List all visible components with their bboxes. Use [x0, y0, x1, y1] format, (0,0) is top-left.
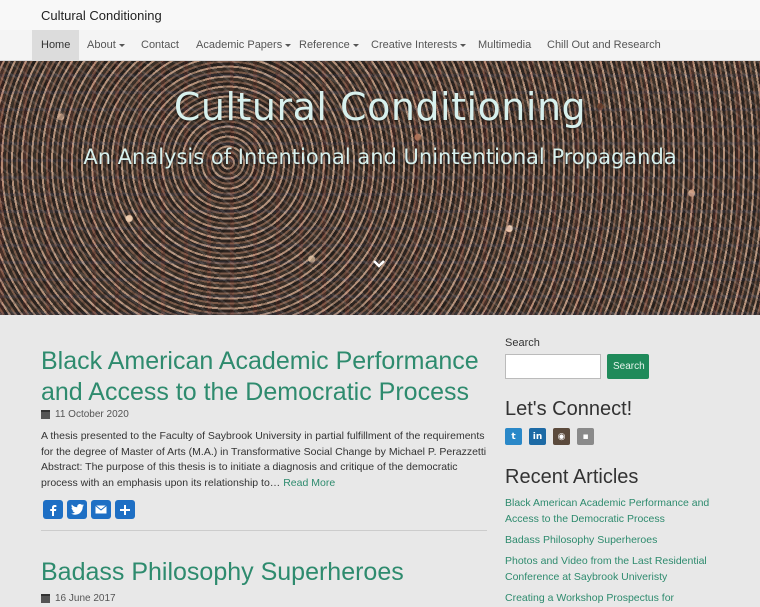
recent-article-link[interactable]: Badass Philosophy Superheroes	[505, 533, 720, 549]
read-more-link[interactable]: Read More	[283, 477, 335, 489]
nav-item-reference[interactable]: Reference	[299, 30, 359, 60]
nav-item-label: Chill Out and Research	[547, 39, 661, 51]
blog-icon[interactable]: ▪	[577, 428, 594, 445]
nav-item-label: Multimedia	[478, 39, 532, 51]
hero-subtitle: An Analysis of Intentional and Unintenti…	[83, 145, 677, 169]
nav-item-label: Creative Interests	[371, 39, 458, 51]
share-more-button[interactable]	[115, 500, 135, 519]
nav-item-contact[interactable]: Contact	[141, 30, 179, 60]
site-header: Cultural Conditioning	[0, 0, 760, 30]
share-icon	[120, 504, 130, 515]
search-input[interactable]	[505, 354, 601, 379]
twitter-icon[interactable]: t	[505, 428, 522, 445]
share-buttons	[43, 500, 135, 519]
recent-article-link[interactable]: Creating a Workshop Prospectus for	[505, 591, 720, 607]
share-twitter-button[interactable]	[67, 500, 87, 519]
connect-heading: Let's Connect!	[505, 398, 633, 420]
twitter-icon	[70, 504, 84, 515]
calendar-icon	[41, 594, 50, 603]
calendar-icon	[41, 410, 50, 419]
caret-down-icon	[352, 43, 359, 47]
nav-item-academic-papers[interactable]: Academic Papers	[196, 30, 292, 60]
post-date-text: 11 October 2020	[55, 409, 129, 420]
share-email-button[interactable]	[91, 500, 111, 519]
caret-down-icon	[285, 43, 292, 47]
nav-item-label: Reference	[299, 39, 350, 51]
recent-article-link[interactable]: Black American Academic Performance and …	[505, 496, 720, 527]
social-links: t in ◉ ▪	[505, 428, 594, 445]
main-nav: Home About Contact Academic Papers Refer…	[0, 30, 760, 61]
post-date: 16 June 2017	[41, 593, 116, 604]
nav-item-chill-out[interactable]: Chill Out and Research	[547, 30, 661, 60]
nav-item-label: Home	[41, 39, 71, 51]
hero-title: Cultural Conditioning	[173, 85, 587, 129]
email-icon	[95, 505, 107, 514]
caret-down-icon	[460, 43, 467, 47]
search-label: Search	[505, 337, 540, 349]
site-brand[interactable]: Cultural Conditioning	[41, 8, 162, 23]
post-excerpt-text: A thesis presented to the Faculty of Say…	[41, 430, 487, 489]
recent-article-link[interactable]: Photos and Video from the Last Residenti…	[505, 554, 720, 585]
caret-down-icon	[118, 43, 125, 47]
post-title[interactable]: Black American Academic Performance and …	[41, 346, 491, 408]
nav-item-about[interactable]: About	[87, 30, 125, 60]
facebook-icon	[50, 504, 57, 516]
post-date: 11 October 2020	[41, 409, 129, 420]
nav-item-creative-interests[interactable]: Creative Interests	[371, 30, 467, 60]
nav-item-multimedia[interactable]: Multimedia	[478, 30, 531, 60]
linkedin-icon[interactable]: in	[529, 428, 546, 445]
nav-item-label: About	[87, 39, 116, 51]
post-divider	[41, 530, 487, 531]
nav-item-home[interactable]: Home	[32, 30, 80, 60]
search-button[interactable]: Search	[607, 354, 649, 379]
post-date-text: 16 June 2017	[55, 593, 116, 604]
instagram-icon[interactable]: ◉	[553, 428, 570, 445]
nav-item-label: Contact	[141, 39, 179, 51]
share-facebook-button[interactable]	[43, 500, 63, 519]
recent-articles-heading: Recent Articles	[505, 466, 639, 488]
post-title[interactable]: Badass Philosophy Superheroes	[41, 557, 491, 588]
post-excerpt: A thesis presented to the Faculty of Say…	[41, 429, 489, 491]
hero-banner: Cultural Conditioning An Analysis of Int…	[0, 61, 760, 315]
scroll-down-icon[interactable]	[372, 257, 386, 271]
nav-item-label: Academic Papers	[196, 39, 283, 51]
